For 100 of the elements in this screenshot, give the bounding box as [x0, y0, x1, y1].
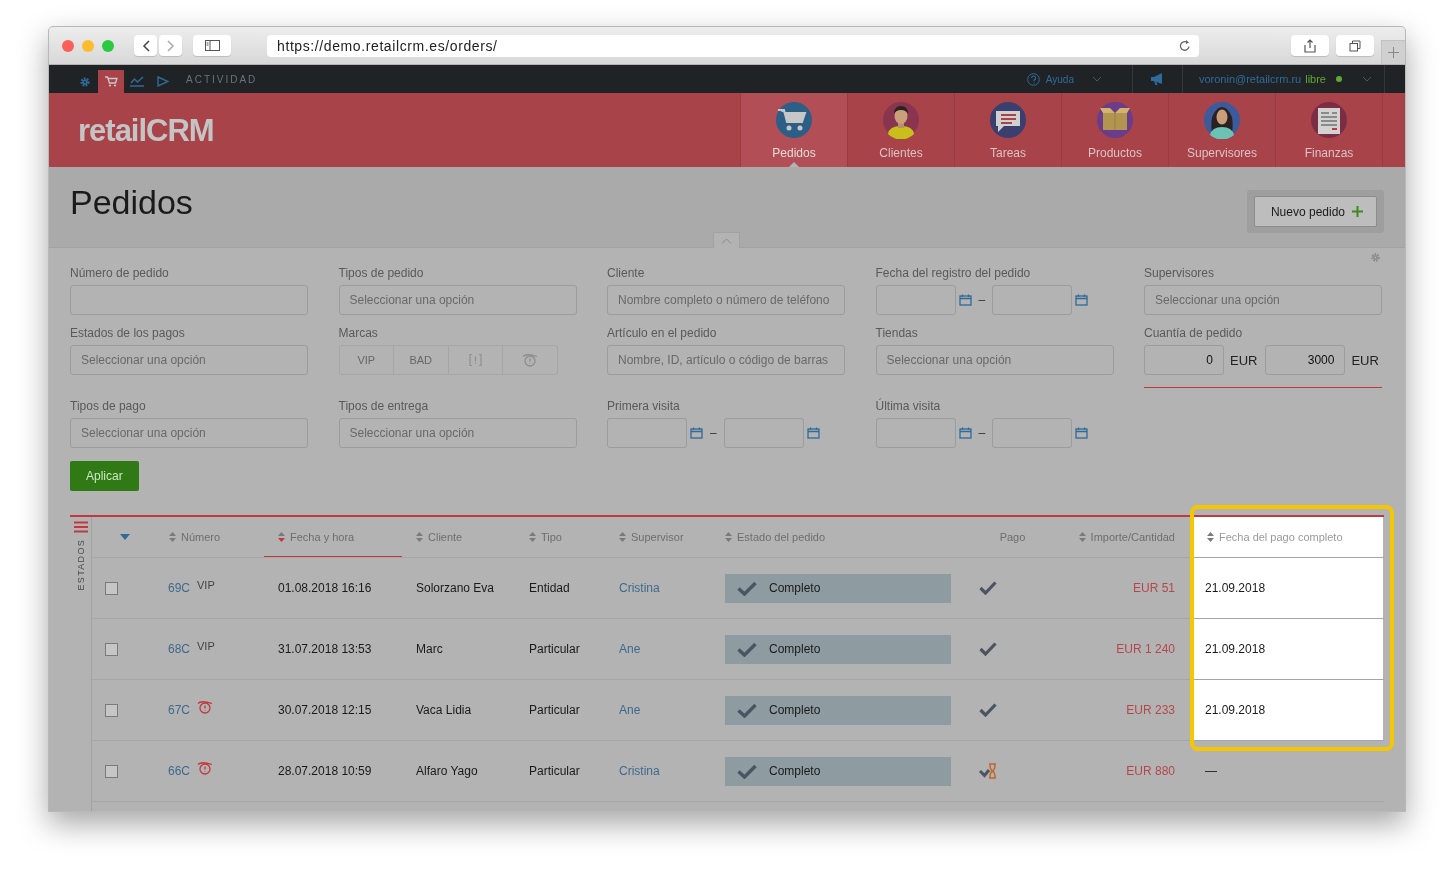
- tabs-button[interactable]: [1336, 35, 1374, 56]
- user-menu[interactable]: voronin@retailcrm.ru libre: [1182, 73, 1384, 85]
- new-order-button[interactable]: Nuevo pedido: [1253, 196, 1377, 227]
- status-badge[interactable]: Completo: [725, 573, 951, 603]
- table-cell-text: 31.07.2018 13:53: [277, 641, 373, 658]
- megaphone-icon[interactable]: [1149, 73, 1165, 85]
- row-checkbox[interactable]: [105, 703, 118, 717]
- order-link[interactable]: 68C: [168, 642, 190, 656]
- table-cell-text: Solorzano Eva: [415, 580, 496, 597]
- alert-icon: [468, 354, 482, 366]
- order-link[interactable]: 67C: [168, 703, 190, 717]
- select-field[interactable]: Seleccionar una opción: [1144, 285, 1382, 315]
- field-label: Artículo en el pedido: [607, 326, 718, 340]
- column-header[interactable]: Importe/Cantidad: [1060, 517, 1185, 557]
- help-menu[interactable]: Ayuda: [1026, 72, 1132, 86]
- column-header[interactable]: Tipo: [515, 517, 605, 557]
- amount-field[interactable]: 0: [1144, 345, 1224, 375]
- address-field[interactable]: https://demo.retailcrm.es/orders/: [267, 34, 1199, 57]
- zoom-button[interactable]: [102, 39, 114, 52]
- select-field[interactable]: Seleccionar una opción: [70, 418, 308, 448]
- mark-toggle[interactable]: BAD: [393, 346, 448, 374]
- table-cell-text: Particular: [528, 702, 581, 719]
- range-dash: –: [978, 426, 986, 440]
- plus-icon: [1352, 206, 1363, 217]
- cart-icon[interactable]: [98, 70, 124, 93]
- person-icon: [1203, 101, 1241, 139]
- order-link[interactable]: 66C: [168, 764, 190, 778]
- field-label: Tipos de pedido: [338, 266, 425, 280]
- status-text: Completo: [769, 764, 821, 778]
- reload-icon[interactable]: [1179, 39, 1191, 52]
- select-field[interactable]: Seleccionar una opción: [875, 345, 1114, 375]
- forward-button[interactable]: [159, 35, 182, 56]
- back-button[interactable]: [134, 35, 157, 56]
- calendar-icon[interactable]: [1075, 294, 1089, 306]
- column-header[interactable]: Estado del pedido: [711, 517, 965, 557]
- sidebar-button[interactable]: [193, 35, 231, 56]
- column-header[interactable]: Cliente: [402, 517, 515, 557]
- box-icon: [1096, 101, 1134, 139]
- apply-button[interactable]: Aplicar: [70, 461, 139, 491]
- nav-tab[interactable]: Pedidos: [740, 93, 847, 167]
- calendar-icon[interactable]: [1075, 427, 1089, 439]
- nav-tab[interactable]: Clientes: [847, 93, 954, 167]
- row-checkbox[interactable]: [105, 642, 118, 656]
- calendar-icon[interactable]: [958, 294, 972, 306]
- sidebar-icon: [204, 40, 220, 51]
- table-cell-text: Particular: [528, 641, 581, 658]
- order-link[interactable]: 69C: [168, 581, 190, 595]
- sort-icon[interactable]: [1207, 532, 1214, 542]
- status-badge[interactable]: Completo: [725, 695, 951, 725]
- row-checkbox[interactable]: [105, 764, 118, 778]
- select-field[interactable]: Seleccionar una opción: [70, 345, 308, 375]
- caret-icon[interactable]: [120, 534, 130, 540]
- column-header[interactable]: Fecha del pago completo: [1193, 517, 1383, 557]
- sort-icon[interactable]: [529, 532, 536, 542]
- check-icon: [737, 702, 757, 718]
- amount-field[interactable]: 3000: [1265, 345, 1346, 375]
- settings-icon[interactable]: [1370, 252, 1381, 263]
- sort-icon[interactable]: [1078, 532, 1086, 542]
- column-header[interactable]: Número: [155, 517, 264, 557]
- sort-icon[interactable]: [169, 532, 176, 542]
- row-checkbox[interactable]: [105, 581, 118, 595]
- supervisor-link[interactable]: Ane: [605, 680, 711, 740]
- supervisor-link[interactable]: Cristina: [605, 558, 711, 618]
- section-label: ACTIVIDAD: [186, 73, 258, 85]
- calendar-icon[interactable]: [806, 427, 820, 439]
- select-field[interactable]: Seleccionar una opción: [338, 285, 577, 315]
- sort-icon[interactable]: [725, 532, 732, 542]
- mark-toggle[interactable]: VIP: [339, 346, 393, 374]
- select-field[interactable]: Seleccionar una opción: [338, 418, 577, 448]
- calendar-icon[interactable]: [958, 427, 972, 439]
- nav-tab[interactable]: Tareas: [954, 93, 1061, 167]
- table-cell: 21.09.2018: [1193, 680, 1383, 740]
- status-badge[interactable]: Completo: [725, 756, 951, 786]
- minimize-button[interactable]: [82, 39, 94, 52]
- status-badge[interactable]: Completo: [725, 634, 951, 664]
- supervisor-link[interactable]: Ane: [605, 619, 711, 679]
- sort-icon[interactable]: [278, 531, 285, 542]
- column-header[interactable]: Fecha y hora: [264, 517, 402, 557]
- input-field[interactable]: Nombre completo o número de teléfono: [607, 285, 845, 315]
- amount-cell-text: EUR 51: [1131, 580, 1176, 597]
- input-field[interactable]: Nombre, ID, artículo o código de barras: [607, 345, 845, 375]
- table-cell-text: Entidad: [528, 580, 571, 597]
- nav-tab[interactable]: Productos: [1061, 93, 1168, 167]
- help-icon: [1026, 72, 1040, 86]
- field-label: Cliente: [607, 266, 646, 280]
- cart-icon: [775, 101, 813, 139]
- column-header[interactable]: Pago: [965, 517, 1060, 557]
- calendar-icon[interactable]: [690, 427, 703, 439]
- new-tab-button[interactable]: [1381, 40, 1405, 64]
- share-button[interactable]: [1291, 35, 1329, 56]
- sort-icon[interactable]: [619, 532, 626, 542]
- sort-icon[interactable]: [416, 532, 423, 542]
- supervisor-link[interactable]: Cristina: [605, 741, 711, 801]
- close-button[interactable]: [62, 39, 74, 52]
- column-header[interactable]: Supervisor: [605, 517, 711, 557]
- side-label[interactable]: ESTADOS: [75, 539, 86, 591]
- collapse-button[interactable]: [713, 232, 740, 248]
- nav-tab[interactable]: Supervisores: [1168, 93, 1275, 167]
- nav-tab[interactable]: Finanzas: [1275, 93, 1382, 167]
- menu-icon[interactable]: [73, 521, 88, 533]
